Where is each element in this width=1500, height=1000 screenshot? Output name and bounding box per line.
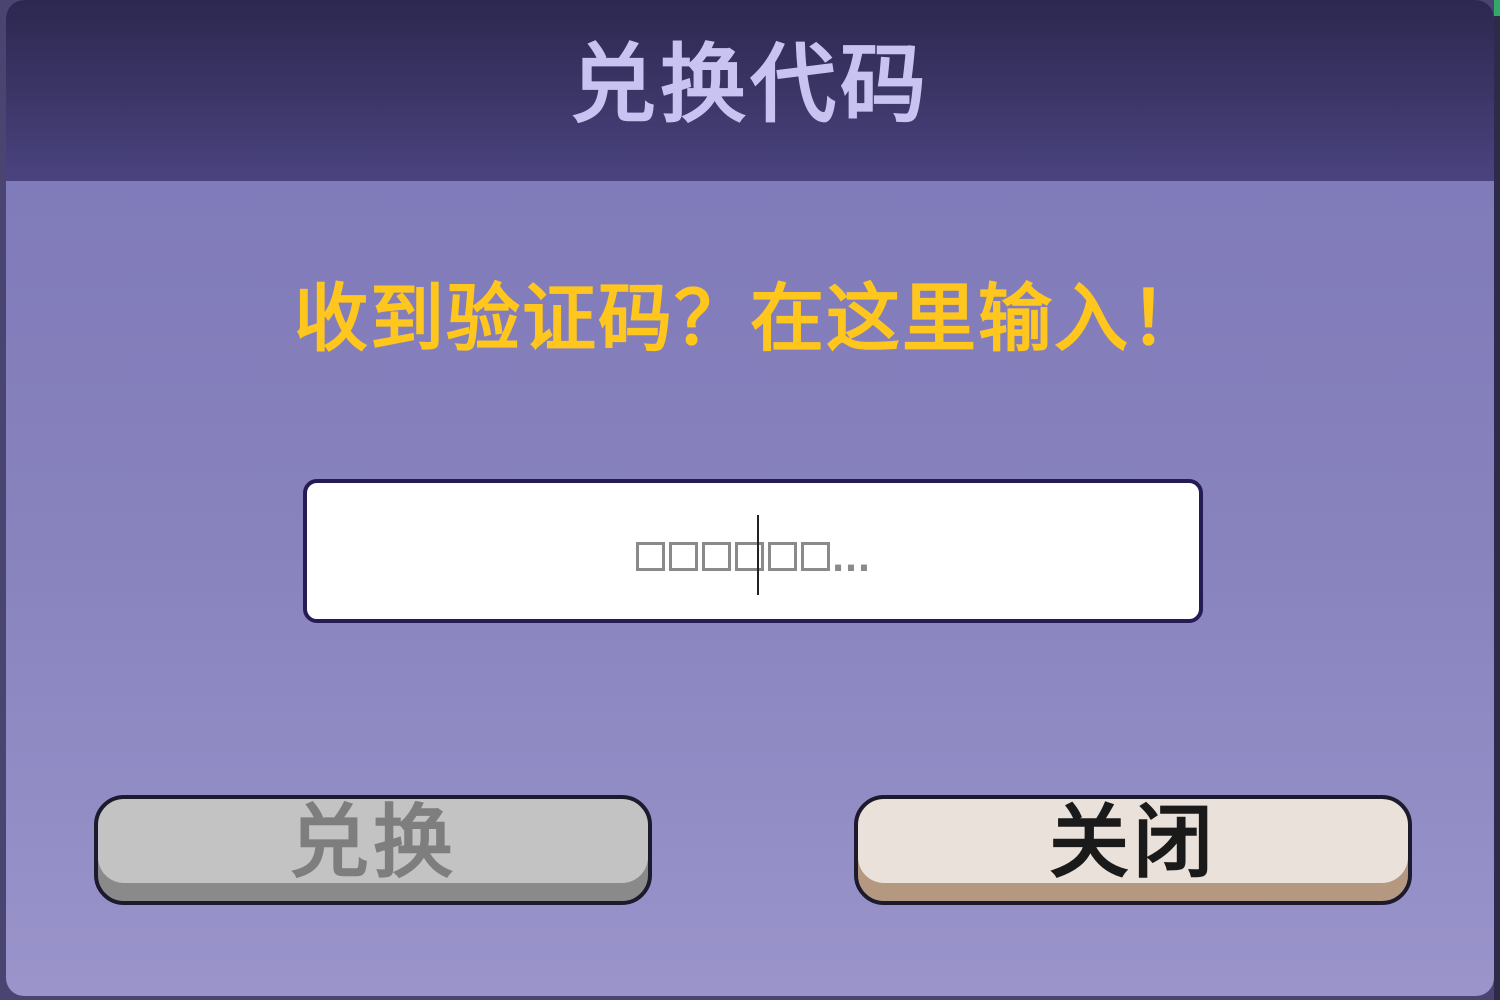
dialog-title-bar: 兑换代码 [6, 0, 1494, 181]
placeholder-glyph-box [734, 541, 764, 571]
close-button[interactable]: 关闭 [854, 795, 1412, 905]
redeem-button-label: 兑换 [289, 796, 457, 889]
placeholder-glyph-box [635, 541, 665, 571]
dialog-title: 兑换代码 [570, 34, 930, 135]
close-button-label: 关闭 [1049, 796, 1217, 889]
input-placeholder: ... [635, 539, 871, 580]
placeholder-glyph-box [800, 541, 830, 571]
background-edge [1494, 0, 1500, 1000]
placeholder-ellipsis: ... [831, 539, 871, 580]
text-caret [757, 515, 759, 595]
instruction-text: 收到验证码？在这里输入！ [294, 276, 1206, 362]
redeem-code-dialog: 兑换代码 收到验证码？在这里输入！ ... 兑换 关闭 [6, 0, 1494, 996]
code-input-field[interactable]: ... [303, 479, 1203, 623]
placeholder-glyph-box [701, 541, 731, 571]
redeem-button[interactable]: 兑换 [94, 795, 652, 905]
background-accent [1494, 0, 1500, 16]
placeholder-glyph-box [668, 541, 698, 571]
placeholder-glyph-box [767, 541, 797, 571]
